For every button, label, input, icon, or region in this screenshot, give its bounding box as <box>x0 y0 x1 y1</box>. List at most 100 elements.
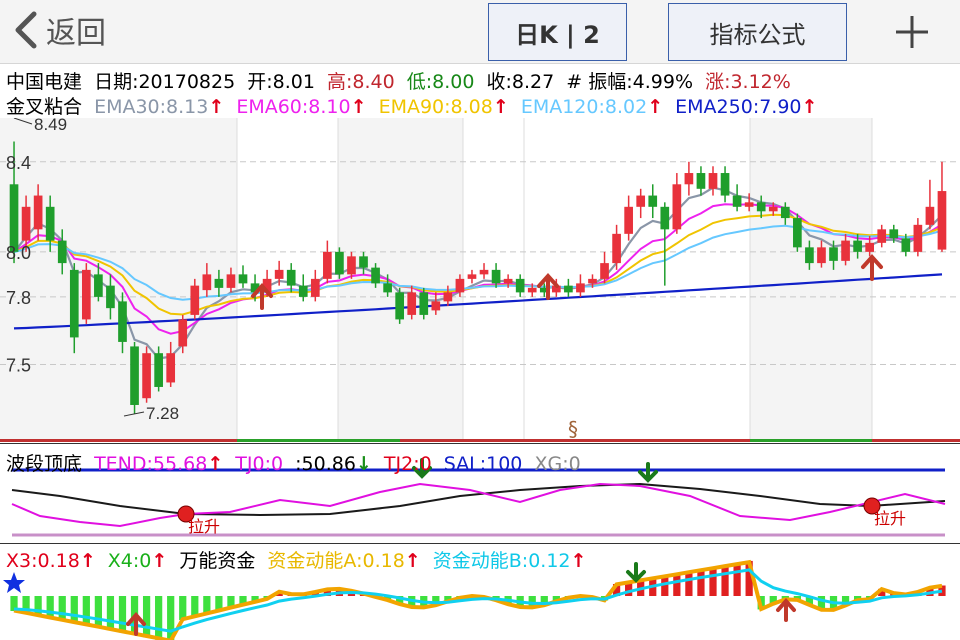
candle-body <box>805 247 814 264</box>
candle-body <box>81 269 91 320</box>
candle-body <box>274 269 284 279</box>
ema90-arrow: ↑ <box>492 96 509 118</box>
back-button[interactable]: 返回 <box>10 8 106 52</box>
candle-body <box>443 292 453 302</box>
quote-high: 高:8.40 <box>326 71 395 93</box>
tend-arrow: ↑ <box>207 453 224 475</box>
candle-body <box>142 353 151 399</box>
candle-body <box>793 218 802 248</box>
flow-bar <box>106 596 115 631</box>
chevron-left-icon <box>15 11 37 49</box>
candle-body <box>527 287 537 293</box>
candle-body <box>57 240 67 264</box>
momentum-b-arrow: ↑ <box>570 550 587 572</box>
candle-body <box>94 274 103 297</box>
x3-value: X3:0.18 <box>6 550 80 572</box>
candle-body <box>238 274 248 284</box>
plus-icon[interactable] <box>892 12 932 52</box>
ema30-arrow: ↑ <box>208 96 225 118</box>
sell-arrow-icon <box>638 462 658 483</box>
ema90-value: EMA90:8.08 <box>378 96 493 118</box>
candle-body <box>720 173 730 196</box>
candle-body <box>419 292 429 315</box>
candle-body <box>768 206 778 212</box>
y-axis-label: 7.8 <box>6 288 31 308</box>
candle-body <box>178 319 188 347</box>
signal-label: 拉升 <box>188 517 220 536</box>
candle-body <box>780 206 790 219</box>
trend-strip <box>750 439 872 442</box>
y-axis-label: 7.5 <box>6 355 31 375</box>
candle-body <box>660 206 670 230</box>
flow-bar <box>733 563 741 596</box>
quote-open: 开:8.01 <box>247 71 315 93</box>
flow-bar <box>721 565 729 596</box>
candle-body <box>901 238 911 252</box>
flow-bar <box>94 596 102 628</box>
candle-body <box>877 229 887 243</box>
flow-bar <box>709 567 717 596</box>
candle-body <box>154 353 163 387</box>
buy-arrow-icon <box>776 597 796 622</box>
sell-arrow-icon <box>626 562 646 583</box>
candle-body <box>130 346 139 405</box>
flow-bar <box>142 596 151 638</box>
flow-bar <box>697 569 705 596</box>
star-icon <box>3 572 25 593</box>
candle-body <box>708 173 718 189</box>
candle-body <box>9 184 19 252</box>
flow-bar <box>118 596 127 633</box>
high-marker-label: 8.49 <box>34 118 67 134</box>
y-axis-label: 8.0 <box>6 243 31 263</box>
trend-strip <box>400 439 524 442</box>
candle-body <box>33 195 43 230</box>
candle-body <box>732 195 742 207</box>
quote-date: 日期:20170825 <box>94 71 236 93</box>
ema120-value: EMA120:8.02 <box>520 96 648 118</box>
capital-flow-legend: X3:0.18↑ X4:0↑ 万能资金 资金动能A:0.18↑ 资金动能B:0.… <box>6 546 586 573</box>
indicator-formula-button[interactable]: 指标公式 <box>668 3 847 61</box>
candle-body <box>166 353 176 383</box>
candle-body <box>925 206 935 225</box>
candle-body <box>937 191 947 250</box>
indicator-info-line: 金叉粘合 EMA30:8.13↑ EMA60:8.10↑ EMA90:8.08↑… <box>6 92 817 119</box>
candle-body <box>106 285 115 309</box>
candle-body <box>612 233 621 264</box>
flow-bar <box>70 596 78 623</box>
chart-band <box>0 118 237 442</box>
trend-strip <box>0 439 237 442</box>
flow-bar <box>179 596 187 620</box>
trend-strip <box>872 439 960 442</box>
candle-body <box>491 269 501 284</box>
candle-body <box>335 251 344 275</box>
candle-body <box>829 247 838 261</box>
ema250-arrow: ↑ <box>801 96 818 118</box>
wave-indicator-legend: 波段顶底 TEND:55.68↑ TJ0:0 :50.86↓ TJ2:0 SAL… <box>6 449 581 476</box>
candle-body <box>479 269 489 275</box>
candlestick-chart[interactable]: 8.4 8.0 7.8 7.5 8.49 7.28 § <box>0 118 960 442</box>
momentum-b-value: 资金动能B:0.12 <box>432 550 571 572</box>
candle-body <box>323 251 332 279</box>
candle-body <box>841 240 850 261</box>
candle-body <box>431 301 441 311</box>
ema30-value: EMA30:8.13 <box>94 96 209 118</box>
candle-body <box>455 278 465 293</box>
candle-body <box>45 206 55 241</box>
wave-value: :50.86 <box>295 453 356 475</box>
quote-change: 涨:3.12% <box>705 71 791 93</box>
x3-arrow: ↑ <box>79 550 96 572</box>
candle-body <box>744 202 754 207</box>
tend-smooth-line <box>11 482 946 517</box>
ema60-value: EMA60:8.10 <box>236 96 351 118</box>
period-select-button[interactable]: 日K | 2 <box>488 3 627 61</box>
candle-body <box>588 278 597 284</box>
candlestick-chart-pane[interactable]: 8.4 8.0 7.8 7.5 8.49 7.28 § <box>0 118 960 442</box>
candle-body <box>298 285 308 297</box>
tj0-value: TJ0:0 <box>235 453 284 475</box>
momentum-a-arrow: ↑ <box>404 550 421 572</box>
quote-close: 收:8.27 <box>486 71 555 93</box>
candle-body <box>503 278 513 284</box>
flow-bar <box>58 596 66 621</box>
wave-indicator-name: 波段顶底 <box>6 453 83 475</box>
candle-body <box>865 242 875 252</box>
